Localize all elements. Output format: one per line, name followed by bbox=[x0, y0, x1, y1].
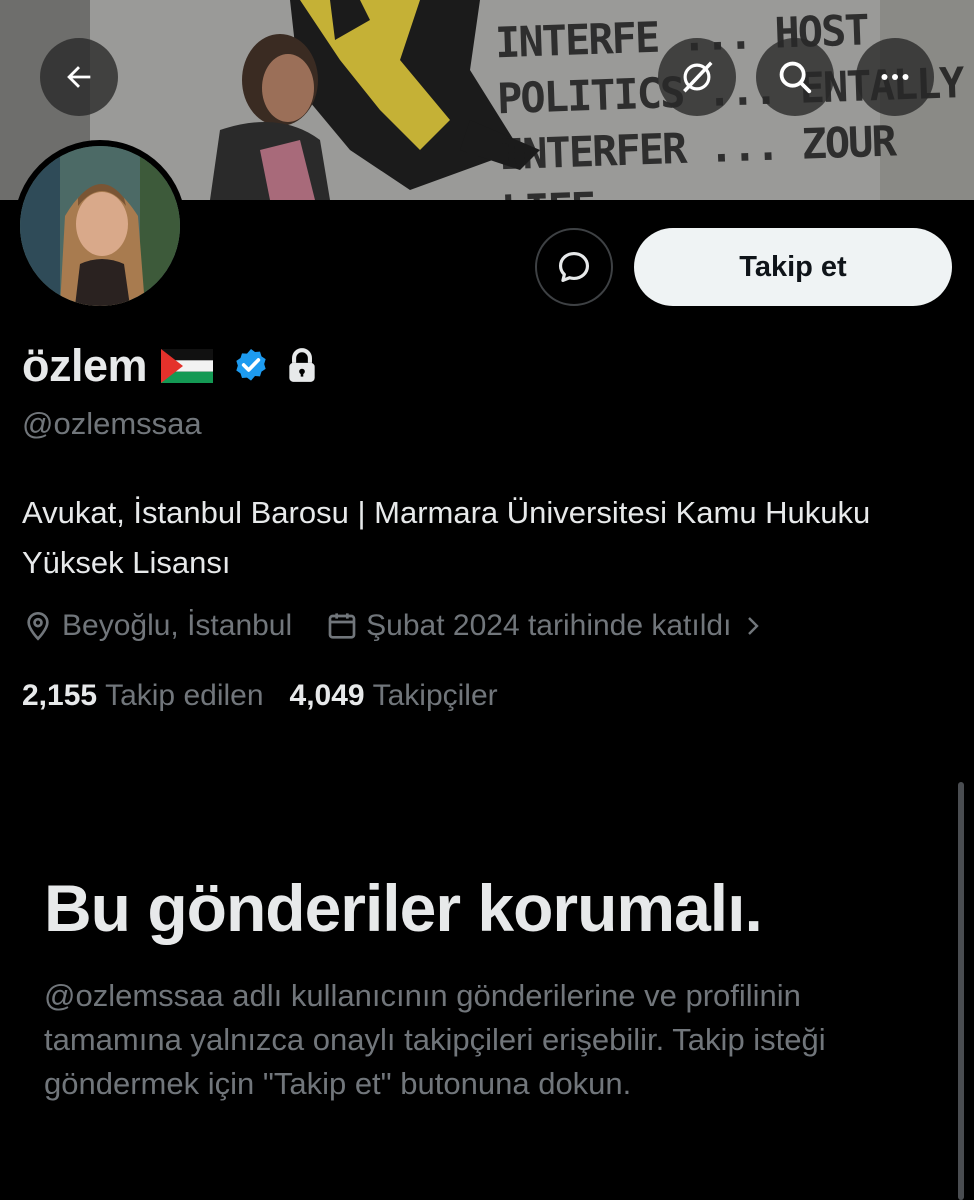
following-label: Takip edilen bbox=[105, 679, 264, 712]
join-date[interactable]: Şubat 2024 tarihinde katıldı bbox=[326, 609, 765, 643]
follow-button[interactable]: Takip et bbox=[634, 228, 952, 306]
verified-badge-icon[interactable] bbox=[231, 346, 271, 386]
handle: @ozlemssaa bbox=[22, 406, 202, 441]
grok-icon bbox=[683, 61, 713, 93]
location-text: Beyoğlu, İstanbul bbox=[62, 609, 293, 642]
following-stat[interactable]: 2,155 Takip edilen bbox=[22, 679, 264, 713]
search-icon bbox=[779, 61, 812, 94]
followers-label: Takipçiler bbox=[372, 679, 498, 712]
followers-stat[interactable]: 4,049 Takipçiler bbox=[290, 679, 498, 713]
bio: Avukat, İstanbul Barosu | Marmara Üniver… bbox=[22, 495, 871, 580]
avatar-photo bbox=[20, 146, 180, 306]
profile-page: INTERFE ... HOST POLITICS ... ENTALLY IN… bbox=[0, 0, 974, 1200]
followers-count: 4,049 bbox=[289, 679, 365, 712]
following-count: 2,155 bbox=[22, 679, 98, 712]
search-button[interactable] bbox=[756, 38, 834, 116]
avatar-image bbox=[20, 146, 180, 306]
join-date-text: Şubat 2024 tarihinde katıldı bbox=[366, 609, 732, 642]
back-button[interactable] bbox=[40, 38, 118, 116]
arrow-left-icon bbox=[67, 66, 91, 88]
profile-meta-row: Beyoğlu, İstanbul Şubat 2024 tarihinde k… bbox=[22, 606, 765, 646]
message-bubble-icon bbox=[558, 251, 590, 283]
scrollbar[interactable] bbox=[958, 782, 964, 1200]
chevron-right-icon bbox=[741, 612, 765, 640]
avatar[interactable] bbox=[14, 140, 186, 312]
location: Beyoğlu, İstanbul bbox=[22, 609, 292, 643]
location-pin-icon bbox=[22, 610, 54, 642]
palestine-flag-icon bbox=[161, 349, 214, 383]
lock-icon bbox=[285, 347, 319, 385]
calendar-icon bbox=[326, 610, 358, 642]
grok-button[interactable] bbox=[658, 38, 736, 116]
protected-description: @ozlemssaa adlı kullanıcının gönderileri… bbox=[44, 978, 826, 1101]
more-horizontal-icon bbox=[881, 74, 909, 80]
message-button[interactable] bbox=[535, 228, 613, 306]
name-row: özlem bbox=[22, 338, 319, 394]
follow-stats: 2,155 Takip edilen 4,049 Takipçiler bbox=[22, 676, 498, 716]
more-button[interactable] bbox=[856, 38, 934, 116]
protected-title: Bu gönderiler korumalı. bbox=[44, 871, 763, 945]
display-name: özlem bbox=[22, 340, 148, 391]
